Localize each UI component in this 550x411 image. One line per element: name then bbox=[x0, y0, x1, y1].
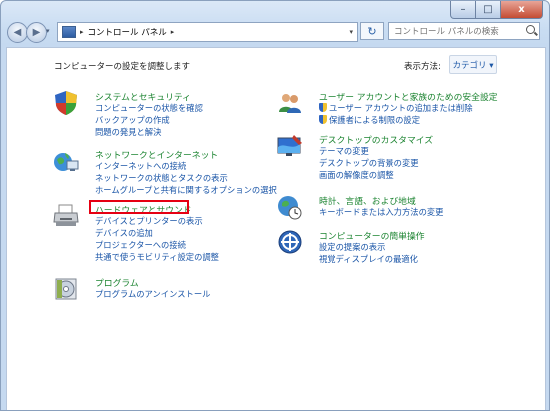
page-title: コンピューターの設定を調整します bbox=[54, 62, 191, 72]
link-change-desktop-background[interactable]: デスクトップの背景の変更 bbox=[319, 157, 419, 169]
link-connect-projector[interactable]: プロジェクターへの接続 bbox=[95, 239, 186, 251]
category-programs: プログラム プログラムのアンインストール bbox=[53, 276, 293, 306]
category-network-internet: ネットワークとインターネット インターネットへの接続 ネットワークの状態とタスク… bbox=[53, 148, 293, 198]
network-globe-icon[interactable] bbox=[53, 148, 79, 174]
printer-icon[interactable] bbox=[53, 203, 79, 229]
control-panel-icon bbox=[62, 26, 76, 38]
link-add-device[interactable]: デバイスの追加 bbox=[95, 227, 153, 239]
minimize-button[interactable]: – bbox=[450, 1, 476, 19]
desktop-customize-icon[interactable] bbox=[277, 133, 303, 159]
category-system-security: システムとセキュリティ コンピューターの状態を確認 バックアップの作成 問題の発… bbox=[53, 90, 293, 150]
link-view-devices-printers[interactable]: デバイスとプリンターの表示 bbox=[95, 215, 203, 227]
address-bar[interactable]: ▸ コントロール パネル ▸ ▾ bbox=[57, 22, 358, 42]
highlight-box-hardware-sound bbox=[89, 200, 189, 214]
breadcrumb-separator-icon[interactable]: ▸ bbox=[171, 28, 175, 36]
link-mobility-settings[interactable]: 共通で使うモビリティ設定の調整 bbox=[95, 251, 219, 263]
caption-buttons: – □ x bbox=[450, 1, 543, 19]
back-button[interactable]: ◀ bbox=[7, 22, 28, 43]
back-arrow-icon: ◀ bbox=[13, 27, 22, 38]
link-find-fix-problems[interactable]: 問題の発見と解決 bbox=[95, 126, 161, 138]
uac-shield-icon bbox=[319, 103, 327, 112]
programs-disc-icon[interactable] bbox=[53, 276, 79, 302]
search-input[interactable] bbox=[389, 23, 526, 41]
content-area: コンピューターの設定を調整します 表示方法: カテゴリ ▾ システムとセキュリテ… bbox=[6, 47, 546, 410]
ease-of-access-icon[interactable] bbox=[277, 229, 303, 255]
clock-globe-icon[interactable] bbox=[277, 194, 303, 220]
link-optimize-visual-display[interactable]: 視覚ディスプレイの最適化 bbox=[319, 253, 418, 265]
view-by-select[interactable]: カテゴリ ▾ bbox=[449, 55, 497, 74]
forward-arrow-icon: ▶ bbox=[32, 27, 41, 38]
category-clock-language-region: 時計、言語、および地域 キーボードまたは入力方法の変更 bbox=[277, 194, 537, 224]
forward-button[interactable]: ▶ bbox=[26, 22, 47, 43]
search-icon[interactable] bbox=[526, 25, 535, 34]
users-icon[interactable] bbox=[277, 90, 303, 116]
link-parental-controls-label: 保護者による制限の設定 bbox=[329, 115, 421, 125]
close-button[interactable]: x bbox=[501, 1, 543, 19]
category-ease-of-access: コンピューターの簡単操作 設定の提案の表示 視覚ディスプレイの最適化 bbox=[277, 229, 537, 269]
address-dropdown-icon[interactable]: ▾ bbox=[349, 28, 353, 36]
link-create-backup[interactable]: バックアップの作成 bbox=[95, 114, 170, 126]
recent-pages-dropdown[interactable]: ▾ bbox=[46, 27, 50, 35]
link-parental-controls[interactable]: 保護者による制限の設定 bbox=[319, 114, 420, 126]
link-change-theme[interactable]: テーマの変更 bbox=[319, 145, 369, 157]
refresh-button[interactable]: ↻ bbox=[360, 22, 384, 40]
link-connect-internet[interactable]: インターネットへの接続 bbox=[95, 160, 186, 172]
breadcrumb-control-panel[interactable]: コントロール パネル bbox=[88, 26, 167, 38]
link-add-remove-user-accounts[interactable]: ユーザー アカウントの追加または削除 bbox=[319, 102, 473, 114]
control-panel-window: – □ x ◀ ▶ ▾ ▸ コントロール パネル ▸ ▾ ↻ コンピューターの設… bbox=[0, 0, 550, 411]
link-uninstall-program[interactable]: プログラムのアンインストール bbox=[95, 288, 210, 300]
category-appearance: デスクトップのカスタマイズ テーマの変更 デスクトップの背景の変更 画面の解像度… bbox=[277, 133, 537, 185]
link-adjust-screen-resolution[interactable]: 画面の解像度の調整 bbox=[319, 169, 394, 181]
breadcrumb-separator-icon[interactable]: ▸ bbox=[80, 28, 84, 36]
navigation-bar: ◀ ▶ ▾ ▸ コントロール パネル ▸ ▾ ↻ bbox=[5, 21, 545, 43]
uac-shield-icon bbox=[319, 115, 327, 124]
link-homegroup-sharing-options[interactable]: ホームグループと共有に関するオプションの選択 bbox=[95, 184, 277, 196]
maximize-button[interactable]: □ bbox=[476, 1, 501, 19]
link-add-remove-user-accounts-label: ユーザー アカウントの追加または削除 bbox=[329, 103, 473, 113]
search-box[interactable] bbox=[388, 22, 540, 41]
link-network-status-tasks[interactable]: ネットワークの状態とタスクの表示 bbox=[95, 172, 228, 184]
refresh-icon: ↻ bbox=[367, 24, 377, 38]
view-by-label: 表示方法: bbox=[404, 62, 441, 72]
link-change-keyboard-input[interactable]: キーボードまたは入力方法の変更 bbox=[319, 206, 443, 218]
shield-icon[interactable] bbox=[53, 90, 79, 116]
link-check-computer-status[interactable]: コンピューターの状態を確認 bbox=[95, 102, 203, 114]
category-user-accounts: ユーザー アカウントと家族のための安全設定 ユーザー アカウントの追加または削除… bbox=[277, 90, 537, 130]
link-get-recommendations[interactable]: 設定の提案の表示 bbox=[319, 241, 385, 253]
